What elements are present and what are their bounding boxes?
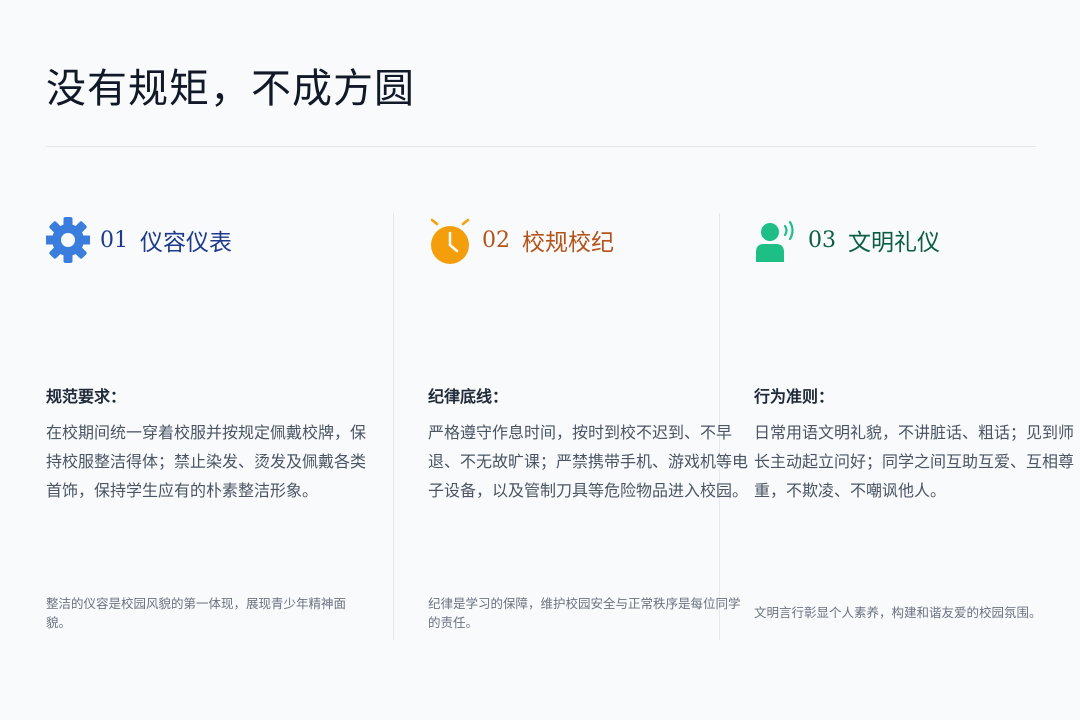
title-divider xyxy=(46,146,1036,147)
rule-card-discipline: 02 校规校纪 纪律底线： 严格遵守作息时间，按时到校不迟到、不早退、不无故旷课… xyxy=(428,210,748,640)
page-title: 没有规矩，不成方圆 xyxy=(46,66,415,112)
card-header: 01 仪容仪表 xyxy=(46,210,232,270)
card-number: 01 xyxy=(100,227,128,253)
card-number: 02 xyxy=(482,227,510,253)
rule-card-appearance: 01 仪容仪表 规范要求： 在校期间统一穿着校服并按规定佩戴校牌，保持校服整洁得… xyxy=(46,210,366,640)
alarm-clock-icon xyxy=(428,213,472,267)
card-heading: 校规校纪 xyxy=(522,230,614,256)
card-sub-label: 行为准则： xyxy=(754,387,835,406)
column-divider-1 xyxy=(393,213,394,640)
card-heading: 仪容仪表 xyxy=(140,230,232,256)
card-footer-note: 文明言行彰显个人素养，构建和谐友爱的校园氛围。 xyxy=(754,605,1042,620)
card-sub-label: 纪律底线： xyxy=(428,387,509,406)
card-heading: 文明礼仪 xyxy=(848,230,940,256)
person-speaking-icon xyxy=(754,213,798,267)
rule-card-etiquette: 03 文明礼仪 行为准则： 日常用语文明礼貌，不讲脏话、粗话；见到师长主动起立问… xyxy=(754,210,1074,640)
card-body-text: 日常用语文明礼貌，不讲脏话、粗话；见到师长主动起立问好；同学之间互助互爱、互相尊… xyxy=(754,423,1075,500)
card-header: 03 文明礼仪 xyxy=(754,210,940,270)
card-header: 02 校规校纪 xyxy=(428,210,614,270)
card-footer-note: 整洁的仪容是校园风貌的第一体现，展现青少年精神面貌。 xyxy=(46,596,347,630)
card-body-text: 在校期间统一穿着校服并按规定佩戴校牌，保持校服整洁得体；禁止染发、烫发及佩戴各类… xyxy=(46,423,367,500)
card-footer-note: 纪律是学习的保障，维护校园安全与正常秩序是每位同学的责任。 xyxy=(428,596,741,630)
card-sub-label: 规范要求： xyxy=(46,387,127,406)
card-body-text: 严格遵守作息时间，按时到校不迟到、不早退、不无故旷课；严禁携带手机、游戏机等电子… xyxy=(428,423,749,500)
gear-icon xyxy=(46,213,90,267)
card-number: 03 xyxy=(808,227,836,253)
